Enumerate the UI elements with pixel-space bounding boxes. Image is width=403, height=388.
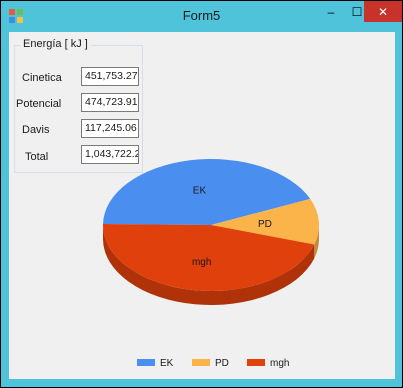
pie-label-pd: PD — [258, 219, 272, 230]
legend-swatch-mgh — [247, 359, 265, 366]
energy-pie-chart: EK PD mgh EK PD mgh — [103, 158, 319, 369]
pie-label-ek: EK — [193, 185, 207, 196]
close-icon: ✕ — [377, 4, 389, 19]
minimize-button[interactable]: ‒ — [318, 2, 344, 22]
close-button[interactable]: ✕ — [364, 1, 402, 22]
legend-swatch-ek — [137, 359, 155, 366]
legend-label-ek: EK — [160, 358, 174, 369]
legend-label-pd: PD — [215, 358, 229, 369]
title-bar[interactable]: Form5 ‒ ☐ ✕ — [1, 1, 402, 31]
legend-label-mgh: mgh — [270, 358, 289, 369]
pie-label-mgh: mgh — [192, 257, 211, 268]
legend-swatch-pd — [192, 359, 210, 366]
minimize-icon: ‒ — [327, 5, 335, 19]
form-client-area: Energía [ kJ ] Cinetica 451,753.27 Poten… — [9, 32, 395, 379]
form5-window: Form5 ‒ ☐ ✕ Energía [ kJ ] Cinetica 451,… — [0, 0, 403, 388]
maximize-icon: ☐ — [351, 5, 363, 19]
